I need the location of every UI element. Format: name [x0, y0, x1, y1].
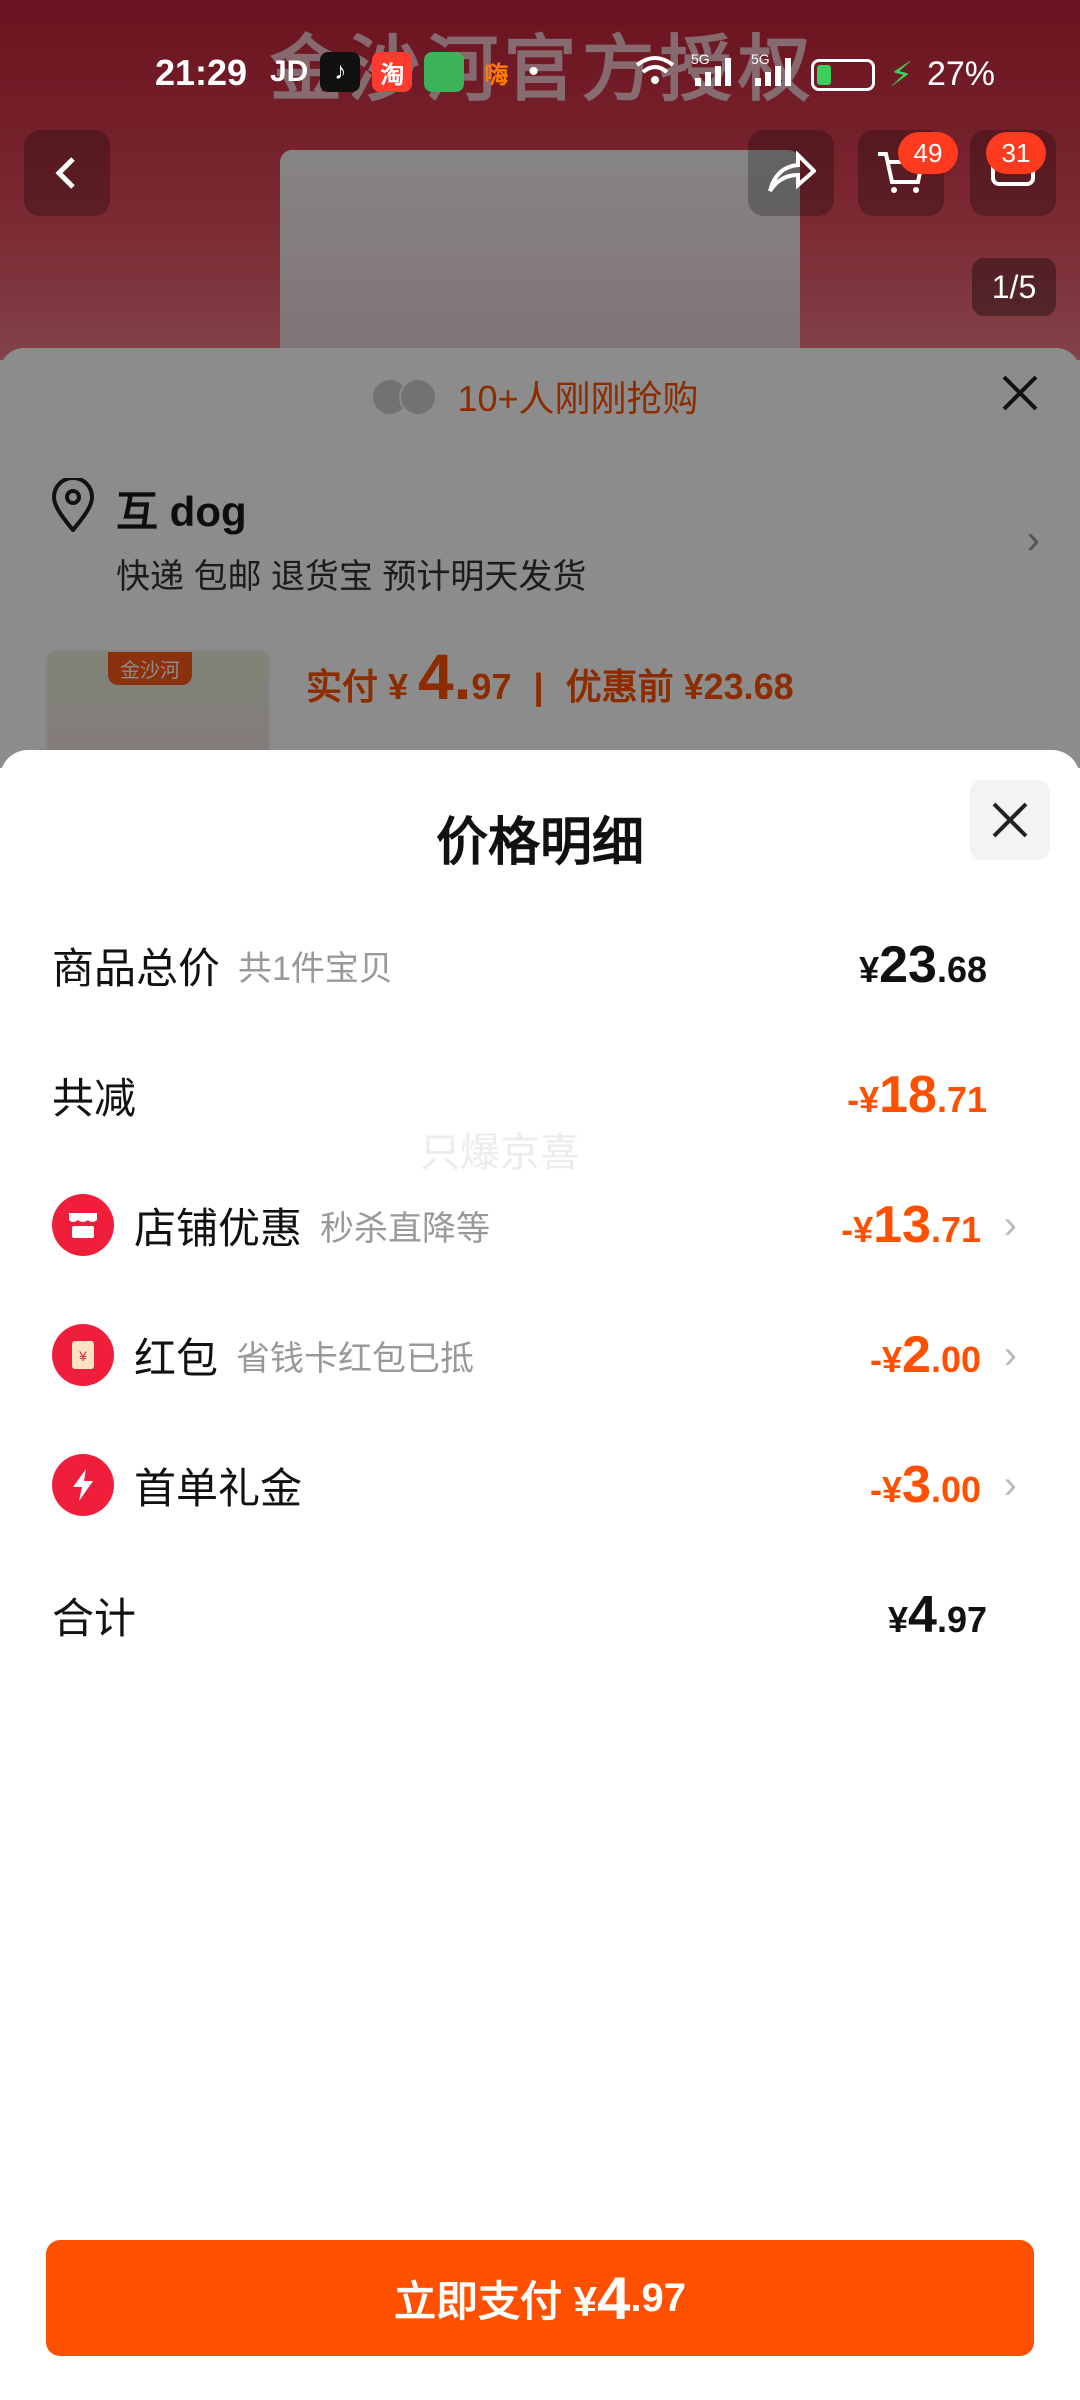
row-label: 共减	[52, 1074, 137, 1122]
row-total-goods-price: 商品总价 共1件宝贝 ¥23.68	[52, 925, 987, 1005]
row-label: 店铺优惠	[134, 1204, 303, 1252]
taobao-app-icon: 淘	[372, 52, 413, 92]
cart-badge: 49	[898, 132, 958, 174]
sheet-title: 价格明细	[435, 814, 644, 872]
row-total-discount: 共减 -¥18.71	[52, 1055, 987, 1135]
battery-icon	[811, 58, 876, 91]
share-button[interactable]	[748, 130, 834, 216]
image-counter: 1/5	[972, 258, 1056, 316]
wifi-icon	[633, 53, 677, 96]
hi-app-icon: 嗨	[484, 61, 509, 89]
lightning-icon	[52, 1454, 114, 1516]
svg-text:5G: 5G	[691, 52, 710, 67]
dot-icon: •	[528, 55, 539, 88]
order-confirm-sheet: 10+人刚刚抢购 互 dog 快递 包邮 退货宝 预计明天发货 › 金沙河 实付…	[0, 348, 1080, 810]
chevron-right-icon: ›	[1003, 1462, 1017, 1507]
row-label: 合计	[52, 1594, 137, 1642]
shop-icon	[52, 1194, 114, 1256]
row-shop-discount[interactable]: 店铺优惠 秒杀直降等 -¥13.71 ›	[52, 1185, 1017, 1265]
signal-icon: 5G	[691, 51, 737, 97]
pay-now-button[interactable]: 立即支付 ¥ 4 .97	[46, 2240, 1034, 2356]
pay-button-label: 立即支付 ¥	[393, 2277, 598, 2325]
row-label: 首单礼金	[134, 1464, 303, 1512]
jd-app-icon: JD	[270, 55, 309, 88]
back-arrow-icon	[55, 157, 75, 189]
row-sublabel: 共1件宝贝	[238, 949, 393, 988]
pay-button-int: 4	[597, 2264, 631, 2332]
row-first-order-bonus[interactable]: 首单礼金 -¥3.00 ›	[52, 1445, 1017, 1525]
row-sublabel: 省钱卡红包已抵	[236, 1339, 475, 1378]
row-grand-total: 合计 ¥4.97	[52, 1575, 987, 1655]
row-sublabel: 秒杀直降等	[320, 1209, 491, 1248]
svg-text:5G: 5G	[751, 52, 770, 67]
row-amount: -¥13.71	[841, 1196, 981, 1254]
svg-text:¥: ¥	[78, 1348, 87, 1364]
row-red-packet[interactable]: ¥ 红包 省钱卡红包已抵 -¥2.00 ›	[52, 1315, 1017, 1395]
row-amount: ¥23.68	[859, 936, 987, 994]
share-icon	[768, 151, 816, 193]
status-app-icons: JD ♪ 淘 嗨 •	[270, 52, 539, 92]
tiktok-icon: ♪	[320, 52, 361, 92]
row-amount: -¥18.71	[847, 1066, 987, 1124]
pay-button-dec: .97	[630, 2275, 686, 2320]
status-bar: 21:29 JD ♪ 淘 嗨 • 5G 5G ⚡ 27%	[0, 40, 1080, 110]
row-label: 商品总价	[52, 944, 221, 992]
red-packet-icon: ¥	[52, 1324, 114, 1386]
charging-icon: ⚡	[889, 55, 913, 94]
app-icon	[424, 52, 465, 92]
price-detail-close-button[interactable]	[970, 780, 1050, 860]
row-amount: -¥2.00	[870, 1326, 981, 1384]
signal-icon-2: 5G	[751, 51, 797, 97]
chevron-right-icon: ›	[1003, 1202, 1017, 1247]
battery-percent: 27%	[926, 55, 995, 93]
row-label: 红包	[134, 1334, 219, 1382]
message-badge: 31	[986, 132, 1046, 174]
price-detail-sheet: 价格明细 只爆京喜 商品总价 共1件宝贝 ¥23.68 共减 -¥18.71 店…	[0, 750, 1080, 2400]
back-button[interactable]	[24, 130, 110, 216]
status-time: 21:29	[155, 52, 248, 93]
chevron-right-icon: ›	[1003, 1332, 1017, 1377]
sheet-dim-overlay	[0, 348, 1080, 768]
row-amount: -¥3.00	[870, 1456, 981, 1514]
close-icon	[992, 802, 1028, 838]
row-amount: ¥4.97	[888, 1586, 987, 1644]
status-indicators: 5G 5G ⚡ 27%	[633, 51, 995, 97]
